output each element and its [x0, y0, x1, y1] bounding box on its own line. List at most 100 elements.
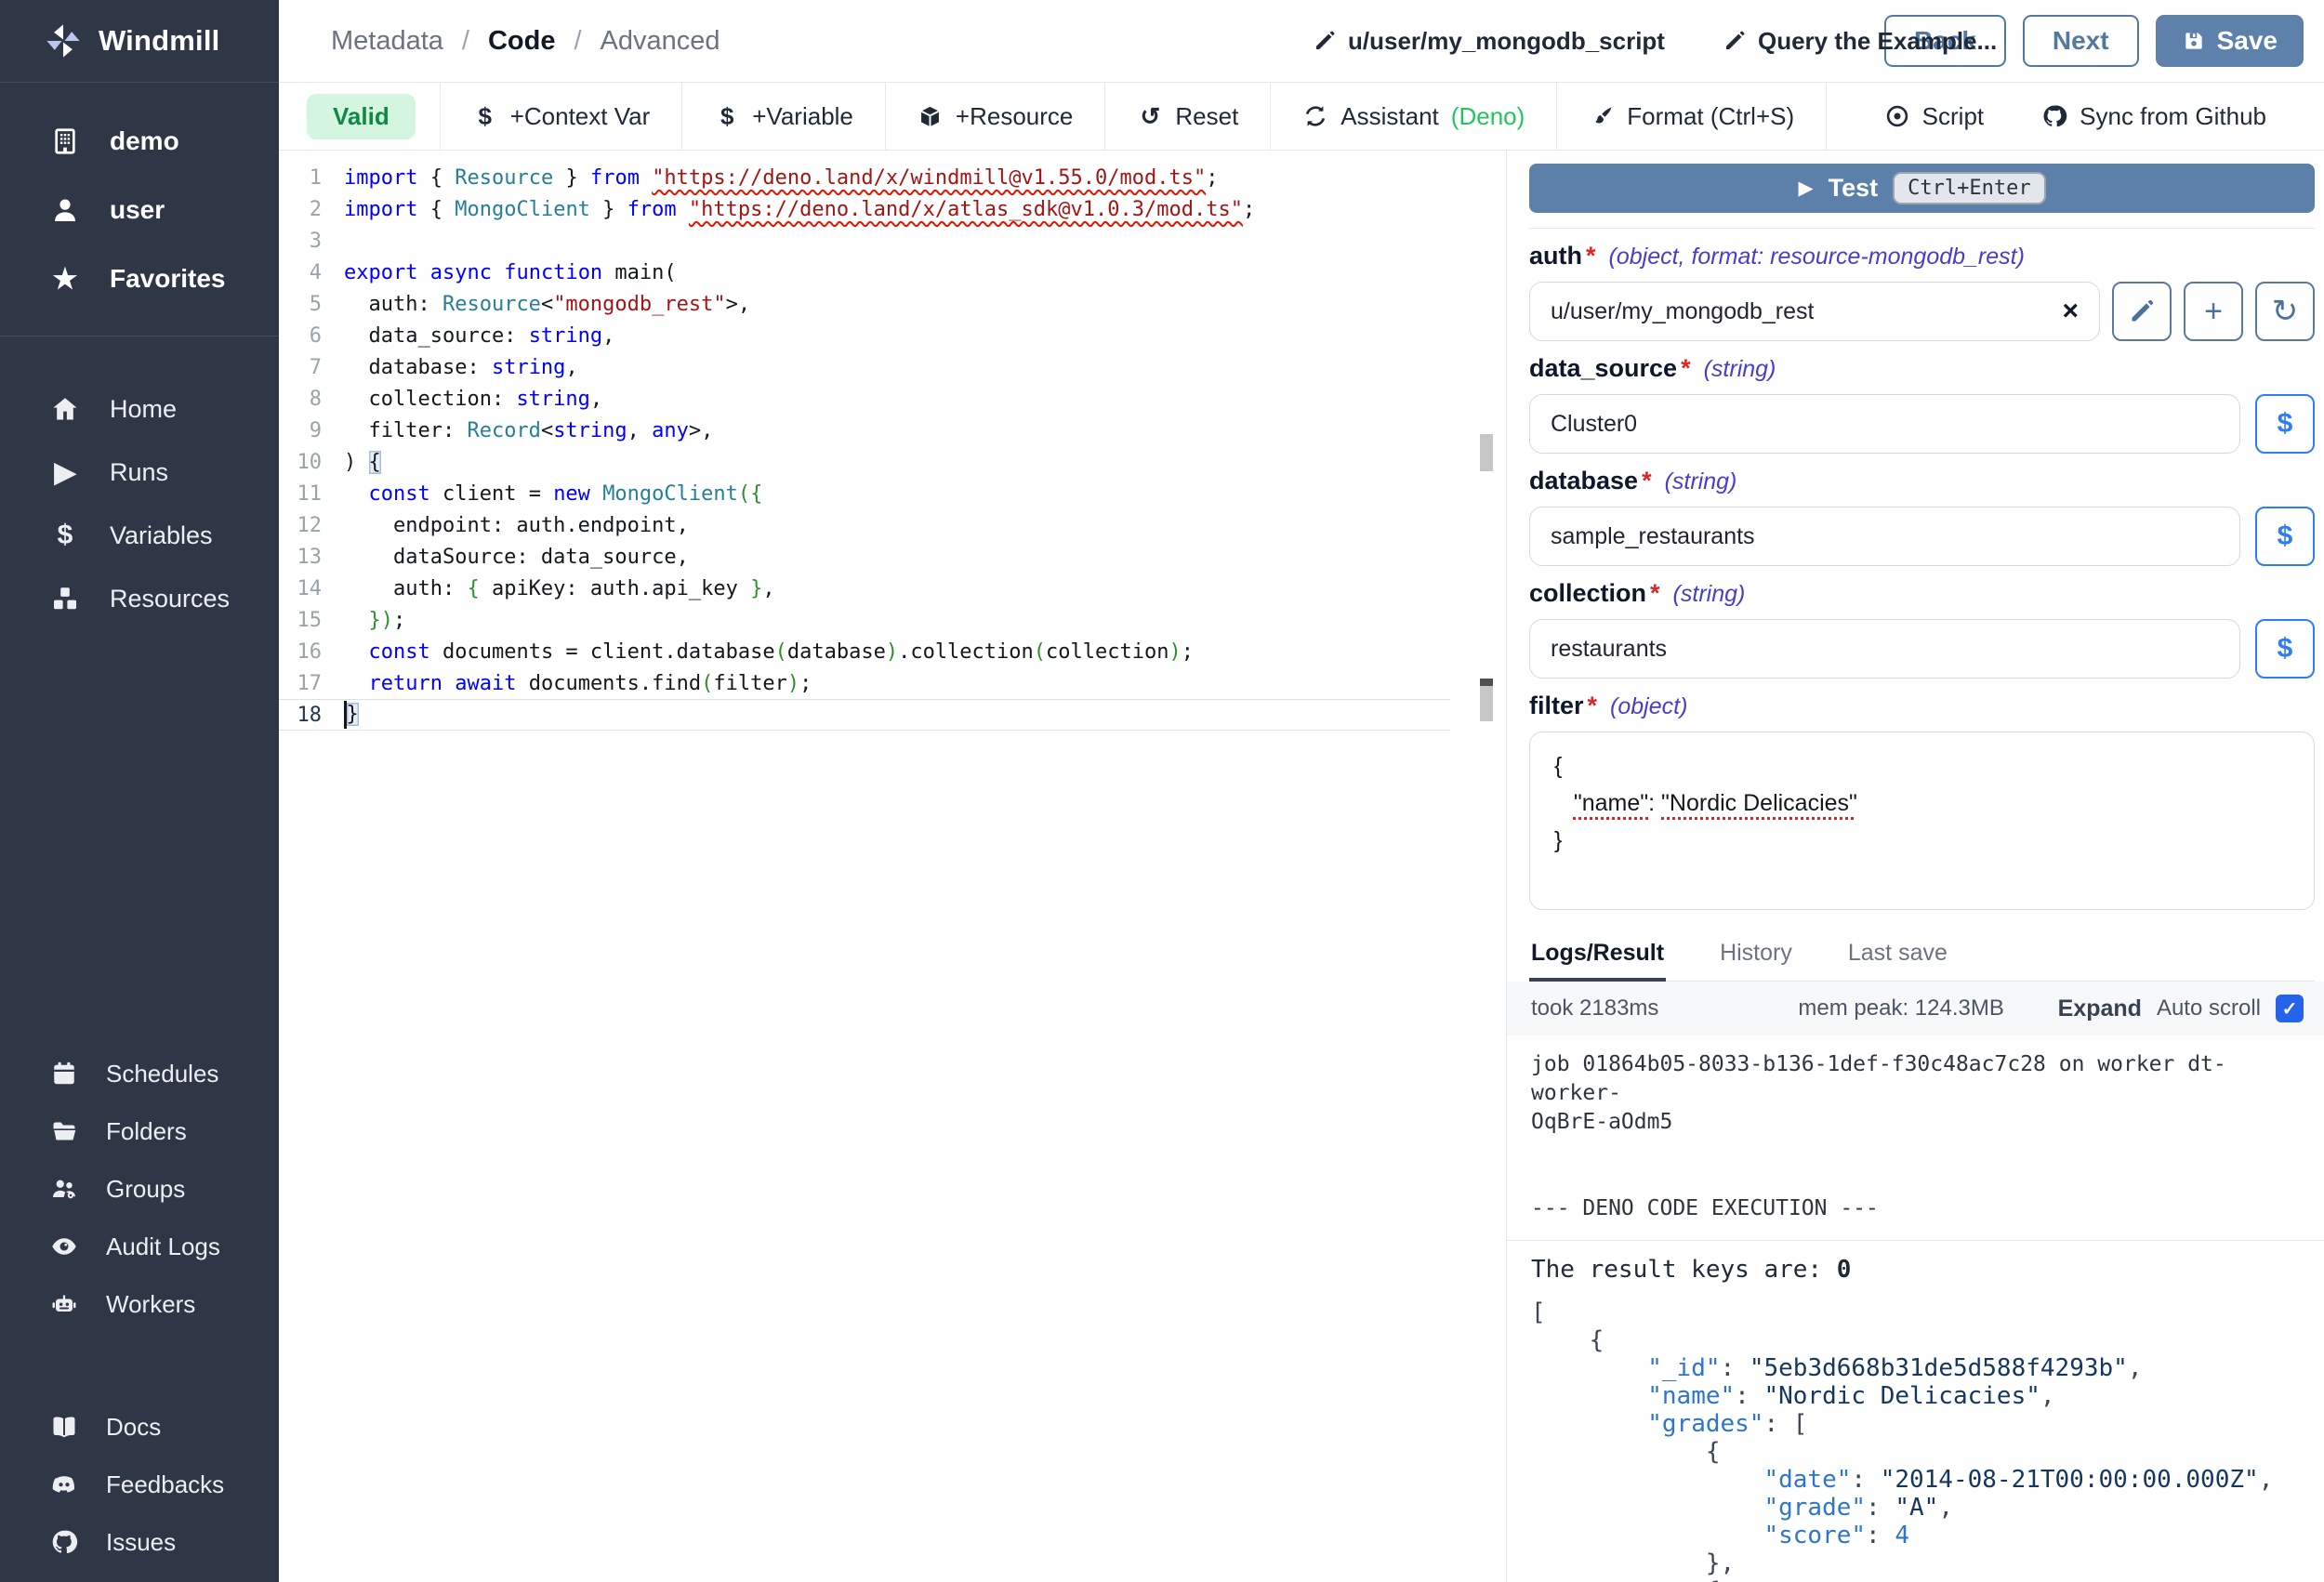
toolbar-assistant[interactable]: Assistant(Deno)	[1270, 83, 1556, 150]
code-line-4[interactable]: 4export async function main(	[279, 257, 1450, 288]
sidebar-item-runs[interactable]: ▶ Runs	[0, 441, 279, 504]
collection-var-button[interactable]: $	[2255, 619, 2315, 679]
code-line-18[interactable]: 18}	[279, 699, 1450, 731]
line-number: 16	[279, 640, 322, 664]
tab-logs-result[interactable]: Logs/Result	[1529, 934, 1666, 982]
logo-text: Windmill	[99, 24, 219, 58]
sidebar-item-workers[interactable]: Workers	[0, 1275, 279, 1333]
database-input[interactable]: sample_restaurants	[1529, 507, 2240, 566]
code-text: auth: { apiKey: auth.api_key },	[344, 577, 775, 600]
code-line-10[interactable]: 10) {	[279, 446, 1450, 478]
sidebar-item-demo[interactable]: demo	[0, 107, 279, 176]
field-auth-label: auth * (object, format: resource-mongodb…	[1529, 242, 2315, 270]
breadcrumb-advanced[interactable]: Advanced	[601, 26, 720, 57]
refresh-resource-button[interactable]: ↻	[2255, 282, 2315, 341]
editor-scrollbar[interactable]	[1480, 151, 1493, 1582]
sidebar-item-folders[interactable]: Folders	[0, 1102, 279, 1160]
script-path[interactable]: u/user/my_mongodb_script	[1313, 27, 1665, 56]
sidebar-item-resources[interactable]: Resources	[0, 567, 279, 630]
code-line-7[interactable]: 7 database: string,	[279, 351, 1450, 383]
toolbar-resource[interactable]: +Resource	[885, 83, 1104, 150]
tab-history[interactable]: History	[1718, 934, 1794, 981]
database-var-button[interactable]: $	[2255, 507, 2315, 566]
result-json-line: "_id": "5eb3d668b31de5d588f4293b",	[1531, 1354, 2315, 1382]
collection-input[interactable]: restaurants	[1529, 619, 2240, 679]
code-line-3[interactable]: 3	[279, 225, 1450, 257]
next-button[interactable]: Next	[2023, 15, 2139, 67]
sidebar-item-label: Runs	[110, 458, 168, 487]
sidebar-item-schedules[interactable]: Schedules	[0, 1045, 279, 1102]
toolbar-context-var[interactable]: $+Context Var	[440, 83, 682, 150]
sidebar-item-user[interactable]: user	[0, 176, 279, 244]
dollar-icon: $	[2278, 408, 2293, 440]
pencil-icon	[2128, 297, 2156, 325]
data-source-var-button[interactable]: $	[2255, 394, 2315, 454]
sidebar-item-label: Schedules	[106, 1060, 218, 1088]
code-line-9[interactable]: 9 filter: Record<string, any>,	[279, 415, 1450, 446]
scrollbar-thumb[interactable]	[1480, 434, 1493, 471]
result-json-line: {	[1531, 1326, 2315, 1354]
line-number: 3	[279, 230, 322, 253]
result-intro: The result keys are: 0	[1531, 1256, 2315, 1284]
add-resource-button[interactable]: +	[2184, 282, 2243, 341]
pencil-icon	[1723, 29, 1747, 53]
expand-button[interactable]: Expand	[2058, 995, 2142, 1022]
sync-from-github-button[interactable]: Sync from Github	[2041, 83, 2266, 150]
code-text: dataSource: data_source,	[344, 546, 689, 569]
top-header: Metadata / Code / Advanced u/user/my_mon…	[279, 0, 2324, 83]
sidebar-item-home[interactable]: Home	[0, 377, 279, 441]
sidebar-item-favorites[interactable]: ★Favorites	[0, 244, 279, 313]
code-text: data_source: string,	[344, 324, 614, 348]
save-button[interactable]: Save	[2156, 15, 2304, 67]
auth-resource-input[interactable]: u/user/my_mongodb_rest ×	[1529, 282, 2100, 341]
toolbar-reset[interactable]: ↺Reset	[1104, 83, 1270, 150]
script-summary[interactable]: Query the Example...	[1723, 27, 1997, 56]
auth-resource-value: u/user/my_mongodb_rest	[1551, 298, 1814, 325]
sidebar-item-groups[interactable]: Groups	[0, 1160, 279, 1218]
code-line-13[interactable]: 13 dataSource: data_source,	[279, 541, 1450, 573]
code-line-15[interactable]: 15 });	[279, 604, 1450, 636]
code-editor[interactable]: 1import { Resource } from "https://deno.…	[279, 151, 1450, 1582]
sidebar-item-feedbacks[interactable]: Feedbacks	[0, 1456, 279, 1513]
scrollbar-thumb[interactable]	[1480, 686, 1493, 721]
execution-log: job 01864b05-8033-b136-1def-f30c48ac7c28…	[1507, 1035, 2324, 1241]
code-line-17[interactable]: 17 return await documents.find(filter);	[279, 667, 1450, 699]
script-kind-button[interactable]: Script	[1884, 83, 1984, 150]
code-line-11[interactable]: 11 const client = new MongoClient({	[279, 478, 1450, 509]
result-json: [ { "_id": "5eb3d668b31de5d588f4293b", "…	[1531, 1299, 2315, 1582]
code-line-5[interactable]: 5 auth: Resource<"mongodb_rest">,	[279, 288, 1450, 320]
panel-divider	[1529, 228, 2315, 229]
sidebar-item-label: Home	[110, 395, 177, 424]
breadcrumb-code[interactable]: Code	[488, 26, 556, 57]
clear-icon[interactable]: ×	[2062, 297, 2079, 325]
code-line-8[interactable]: 8 collection: string,	[279, 383, 1450, 415]
autoscroll-checkbox[interactable]: ✓	[2276, 995, 2304, 1022]
data-source-input[interactable]: Cluster0	[1529, 394, 2240, 454]
sidebar-admin-group: Schedules FoldersGroupsAudit LogsWorkers	[0, 1045, 279, 1333]
sidebar-item-docs[interactable]: Docs	[0, 1398, 279, 1456]
sidebar-item-variables[interactable]: $Variables	[0, 504, 279, 567]
code-line-1[interactable]: 1import { Resource } from "https://deno.…	[279, 162, 1450, 193]
sidebar: Windmill demouser★Favorites Home ▶ Runs $Va…	[0, 0, 279, 1582]
code-line-14[interactable]: 14 auth: { apiKey: auth.api_key },	[279, 573, 1450, 604]
toolbar-format-ctrl-s[interactable]: Format (Ctrl+S)	[1556, 83, 1827, 150]
sidebar-item-issues[interactable]: Issues	[0, 1513, 279, 1571]
result-json-line: "grade": "A",	[1531, 1494, 2315, 1522]
play-icon: ▶	[48, 455, 82, 489]
filter-json-editor[interactable]: { "name": "Nordic Delicacies"}	[1529, 732, 2315, 910]
tab-last-save[interactable]: Last save	[1846, 934, 1949, 981]
line-number: 14	[279, 577, 322, 600]
line-number: 13	[279, 546, 322, 569]
toolbar-variable[interactable]: $+Variable	[681, 83, 885, 150]
code-line-2[interactable]: 2import { MongoClient } from "https://de…	[279, 193, 1450, 225]
code-line-12[interactable]: 12 endpoint: auth.endpoint,	[279, 509, 1450, 541]
pencil-icon	[1313, 29, 1337, 53]
sidebar-item-label: Docs	[106, 1413, 161, 1442]
code-line-6[interactable]: 6 data_source: string,	[279, 320, 1450, 351]
edit-resource-button[interactable]	[2112, 282, 2172, 341]
windmill-logo[interactable]: Windmill	[0, 0, 279, 83]
code-line-16[interactable]: 16 const documents = client.database(dat…	[279, 636, 1450, 667]
sidebar-item-audit-logs[interactable]: Audit Logs	[0, 1218, 279, 1275]
breadcrumb-metadata[interactable]: Metadata	[331, 26, 443, 57]
test-button[interactable]: ▶ Test Ctrl+Enter	[1529, 164, 2315, 213]
